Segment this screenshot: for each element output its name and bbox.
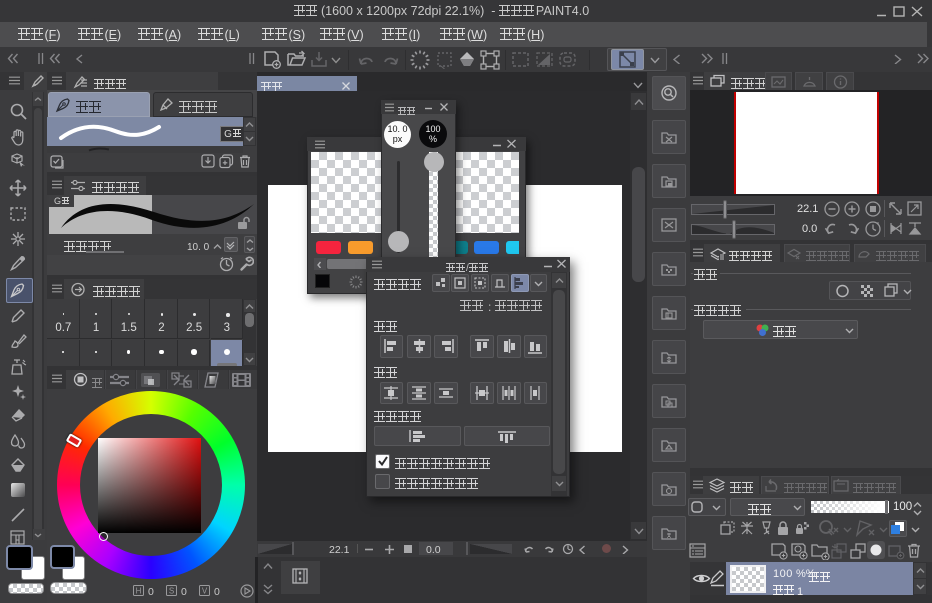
- svg-text:V: V: [202, 587, 208, 596]
- svg-text:H: H: [136, 587, 142, 596]
- svg-text:S: S: [169, 587, 174, 596]
